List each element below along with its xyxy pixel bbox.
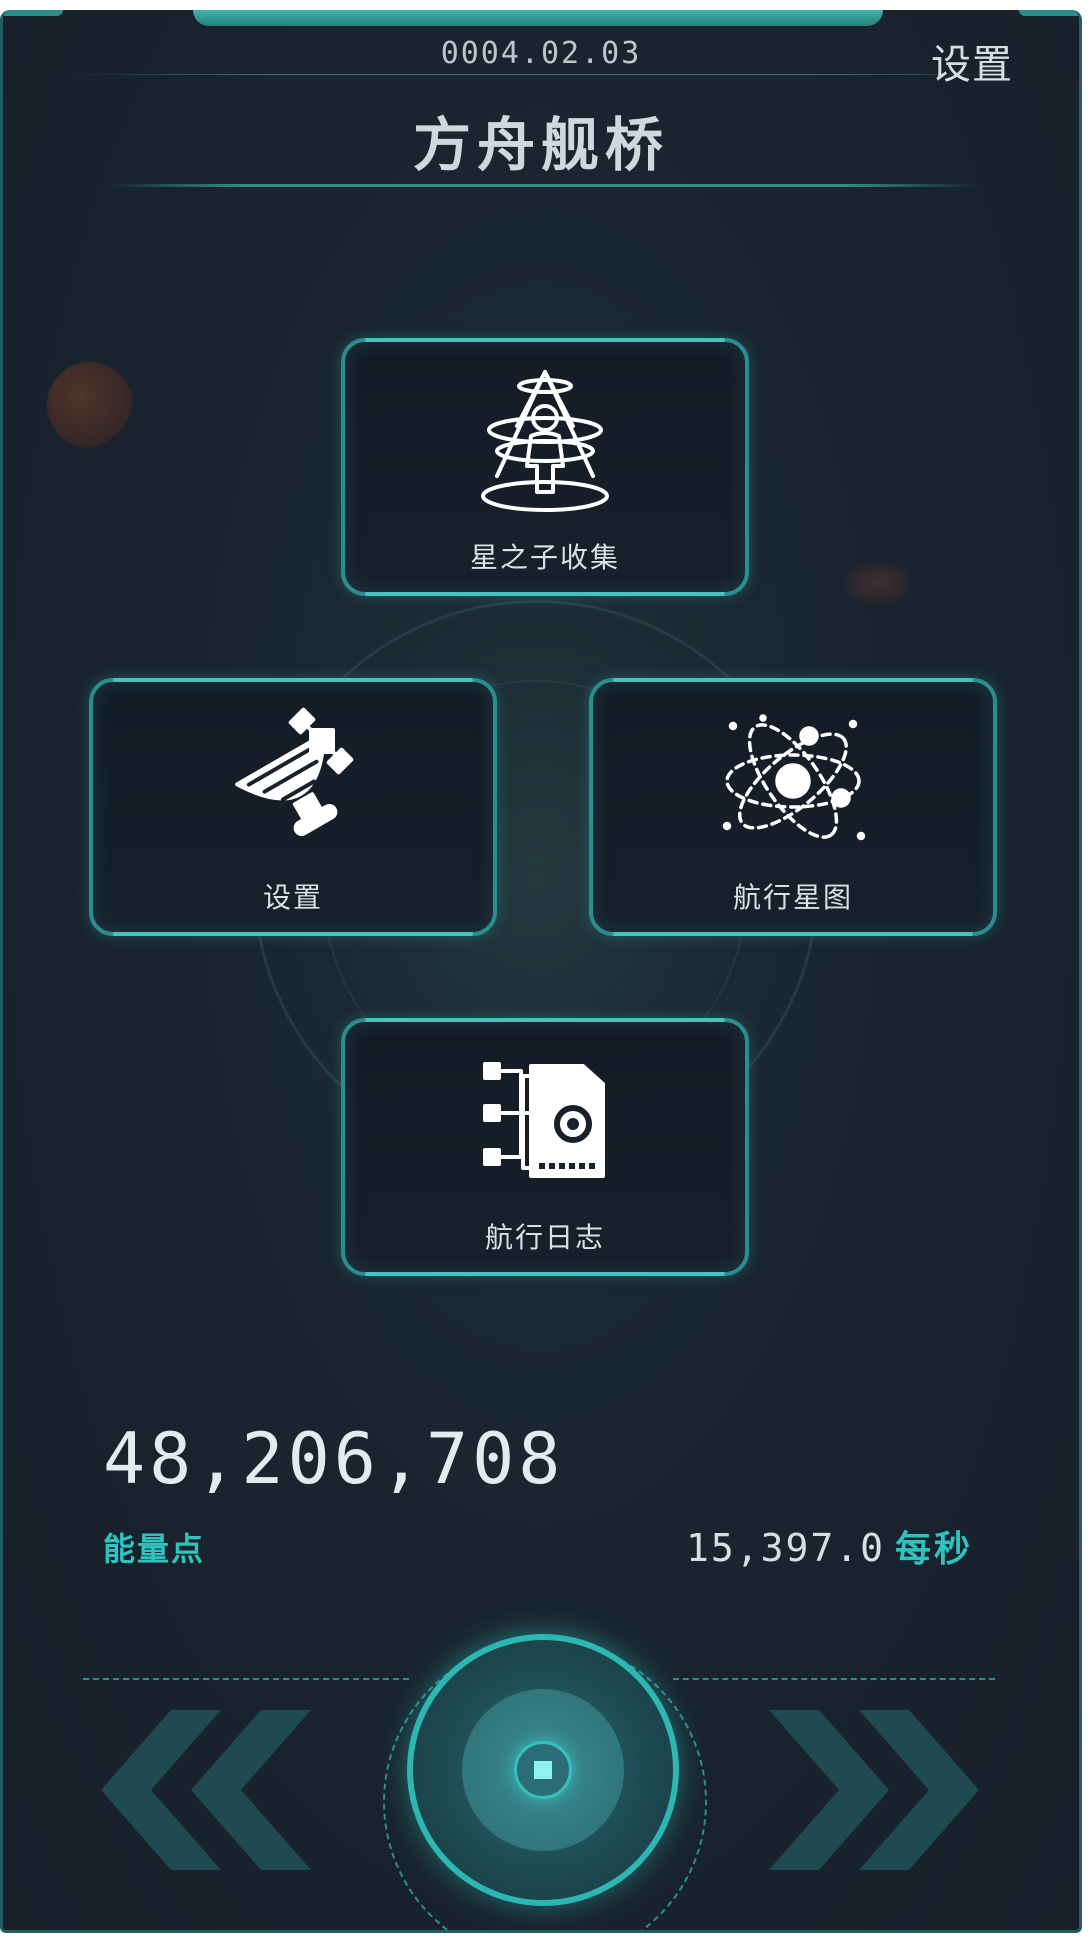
hologram-person-icon <box>345 366 745 516</box>
energy-points-value: 48,206,708 <box>103 1418 565 1500</box>
top-corner-accent-right <box>1019 10 1079 16</box>
energy-rate: 15,397.0 每秒 <box>686 1520 973 1572</box>
menu-card-label: 航行日志 <box>484 1221 605 1254</box>
center-square-icon <box>534 1761 552 1779</box>
nav-divider-right <box>673 1678 995 1680</box>
page-title: 方舟舰桥 <box>412 111 669 179</box>
document-gear-icon <box>345 1046 745 1196</box>
game-date: 0004.02.03 <box>440 36 642 71</box>
app-frame: 0004.02.03 设置 方舟舰桥 星之子收集 设置 航行星图 航行日志 48… <box>0 10 1082 1933</box>
energy-rate-value: 15,397.0 <box>685 1526 885 1570</box>
nav-divider-left <box>83 1678 409 1680</box>
menu-card-starmap[interactable]: 航行星图 <box>589 678 997 936</box>
double-chevron-left-icon[interactable] <box>101 1710 321 1874</box>
energy-points-label: 能量点 <box>103 1530 206 1568</box>
menu-card-label: 星之子收集 <box>469 541 620 574</box>
atom-orbit-icon <box>593 706 993 856</box>
planet-decoration-icon <box>47 362 133 448</box>
header-divider-bottom <box>108 184 978 187</box>
menu-card-collect[interactable]: 星之子收集 <box>341 338 749 596</box>
menu-card-settings[interactable]: 设置 <box>89 678 497 936</box>
double-chevron-right-icon[interactable] <box>759 1710 979 1874</box>
top-accent-bar <box>193 10 883 26</box>
menu-card-label: 航行星图 <box>732 881 853 914</box>
energy-rate-unit: 每秒 <box>894 1529 973 1570</box>
top-corner-accent-left <box>3 10 63 16</box>
menu-card-log[interactable]: 航行日志 <box>341 1018 749 1276</box>
center-action-button[interactable] <box>407 1634 679 1906</box>
ringed-planet-decoration-icon <box>841 560 915 606</box>
center-action-icon <box>514 1741 572 1799</box>
center-button-inner <box>462 1689 624 1851</box>
menu-card-label: 设置 <box>262 881 323 914</box>
satellite-dish-icon <box>93 706 493 856</box>
header-divider-top <box>73 74 1013 75</box>
settings-link[interactable]: 设置 <box>931 32 1013 90</box>
